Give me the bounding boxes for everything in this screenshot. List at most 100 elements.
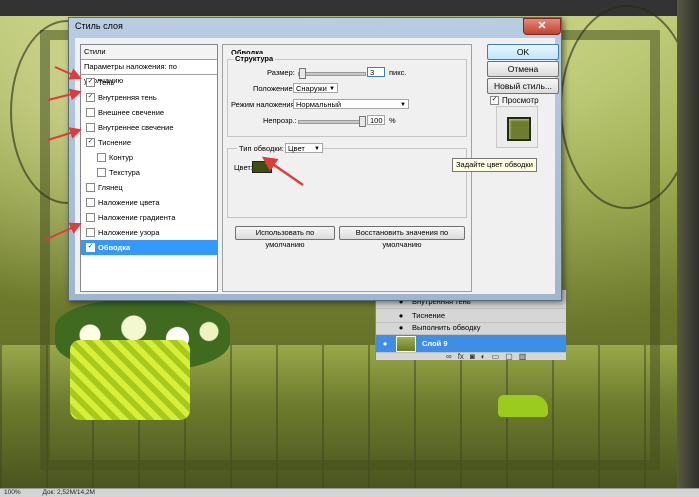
size-slider[interactable] bbox=[298, 72, 366, 76]
checkbox[interactable] bbox=[86, 228, 95, 237]
layers-toolbar: ∞ fx ◙ ◐ ▭ ▢ ▥ bbox=[446, 352, 526, 361]
structure-title: Структура bbox=[233, 54, 276, 63]
style-item-satin[interactable]: Глянец bbox=[81, 180, 217, 195]
style-item-label: Тень bbox=[98, 78, 115, 87]
checkbox[interactable]: ✓ bbox=[86, 93, 95, 102]
color-tooltip: Задайте цвет обводки bbox=[452, 158, 537, 172]
blending-options-item[interactable]: Параметры наложения: по умолчанию bbox=[81, 60, 217, 85]
layer-name: Слой 9 bbox=[422, 339, 448, 348]
link-icon[interactable]: ∞ bbox=[446, 352, 452, 361]
style-item-label: Обводка bbox=[98, 243, 131, 252]
size-slider-thumb[interactable] bbox=[299, 68, 306, 79]
checkbox[interactable]: ✓ bbox=[86, 138, 95, 147]
style-item-label: Глянец bbox=[98, 183, 123, 192]
styles-list: Стили Параметры наложения: по умолчанию … bbox=[80, 44, 218, 292]
size-unit: пикс. bbox=[389, 68, 407, 77]
checkbox[interactable] bbox=[86, 183, 95, 192]
artwork-swirl bbox=[560, 5, 694, 209]
eye-icon[interactable]: ● bbox=[396, 323, 406, 332]
style-item-color-overlay[interactable]: Наложение цвета bbox=[81, 195, 217, 210]
checkbox[interactable] bbox=[97, 153, 106, 162]
style-item-label: Внутреннее свечение bbox=[98, 123, 174, 132]
canvas-right-edge bbox=[677, 0, 699, 488]
style-item-inner-shadow[interactable]: ✓ Внутренняя тень bbox=[81, 90, 217, 105]
opacity-slider-thumb[interactable] bbox=[359, 116, 366, 127]
folder-icon[interactable]: ▭ bbox=[492, 352, 500, 361]
fx-icon[interactable]: fx bbox=[458, 352, 464, 361]
layer-effect-label: Выполнить обводку bbox=[412, 323, 481, 332]
preview-label: Просмотр bbox=[502, 96, 539, 105]
size-input[interactable]: 3 bbox=[367, 67, 385, 77]
style-item-bevel[interactable]: ✓ Тиснение bbox=[81, 135, 217, 150]
use-default-button[interactable]: Использовать по умолчанию bbox=[235, 226, 335, 249]
style-item-stroke[interactable]: ✓ Обводка bbox=[81, 240, 217, 255]
style-item-outer-glow[interactable]: Внешнее свечение bbox=[81, 105, 217, 120]
dialog-title: Стиль слоя bbox=[75, 21, 123, 31]
checkbox[interactable]: ✓ bbox=[490, 96, 499, 105]
style-item-label: Наложение узора bbox=[98, 228, 160, 237]
style-preview bbox=[496, 106, 538, 148]
style-item-contour[interactable]: Контур bbox=[81, 150, 217, 165]
checkbox[interactable]: ✓ bbox=[86, 243, 95, 252]
checkbox[interactable] bbox=[86, 198, 95, 207]
checkbox[interactable] bbox=[97, 168, 106, 177]
artwork-shoe bbox=[498, 395, 548, 417]
position-select[interactable]: Снаружи ▼ bbox=[293, 83, 338, 93]
eye-icon[interactable]: ● bbox=[378, 339, 392, 348]
blend-mode-select[interactable]: Нормальный ▼ bbox=[293, 99, 409, 109]
new-style-button[interactable]: Новый стиль... bbox=[487, 78, 559, 94]
color-label: Цвет: bbox=[234, 163, 253, 172]
preview-toggle[interactable]: ✓ Просмотр bbox=[490, 96, 539, 105]
chevron-down-icon: ▼ bbox=[400, 102, 406, 108]
opacity-label: Непрозр.: bbox=[263, 116, 297, 125]
checkbox[interactable]: ✓ bbox=[86, 78, 95, 87]
fill-type-value: Цвет bbox=[288, 144, 305, 153]
chevron-down-icon: ▼ bbox=[314, 146, 320, 152]
layer-effect-row[interactable]: ● Выполнить обводку bbox=[376, 321, 566, 335]
blend-mode-value: Нормальный bbox=[296, 100, 342, 109]
position-label: Положение: bbox=[253, 84, 295, 93]
style-item-pattern-overlay[interactable]: Наложение узора bbox=[81, 225, 217, 240]
artwork-basket bbox=[70, 340, 190, 420]
new-layer-icon[interactable]: ▢ bbox=[505, 352, 513, 361]
close-button[interactable]: ✕ bbox=[523, 18, 561, 35]
opacity-unit: % bbox=[389, 116, 396, 125]
checkbox[interactable] bbox=[86, 213, 95, 222]
zoom-level[interactable]: 100% bbox=[4, 489, 21, 496]
structure-group bbox=[227, 59, 467, 137]
style-item-label: Наложение цвета bbox=[98, 198, 160, 207]
style-item-label: Контур bbox=[109, 153, 134, 162]
fill-type-label: Тип обводки: bbox=[237, 144, 286, 153]
opacity-input[interactable]: 100 bbox=[367, 115, 385, 125]
chevron-down-icon: ▼ bbox=[329, 86, 335, 92]
checkbox[interactable] bbox=[86, 123, 95, 132]
preview-swatch bbox=[507, 117, 531, 141]
style-item-inner-glow[interactable]: Внутреннее свечение bbox=[81, 120, 217, 135]
trash-icon[interactable]: ▥ bbox=[519, 352, 527, 361]
style-item-gradient-overlay[interactable]: Наложение градиента bbox=[81, 210, 217, 225]
styles-header[interactable]: Стили bbox=[81, 45, 217, 60]
opacity-slider[interactable] bbox=[298, 120, 366, 124]
checkbox[interactable] bbox=[86, 108, 95, 117]
position-value: Снаружи bbox=[296, 84, 327, 93]
layer-row-selected[interactable]: ● Слой 9 bbox=[376, 335, 566, 353]
style-item-label: Внутренняя тень bbox=[98, 93, 157, 102]
adjustment-icon[interactable]: ◐ bbox=[481, 352, 486, 361]
fill-type-select[interactable]: Цвет ▼ bbox=[285, 143, 323, 153]
doc-size: Док: 2,52M/14,2M bbox=[42, 489, 95, 496]
layer-thumbnail bbox=[396, 335, 416, 352]
size-label: Размер: bbox=[267, 68, 295, 77]
restore-default-button[interactable]: Восстановить значения по умолчанию bbox=[339, 226, 465, 249]
style-item-label: Внешнее свечение bbox=[98, 108, 165, 117]
style-item-texture[interactable]: Текстура bbox=[81, 165, 217, 180]
cancel-button[interactable]: Отмена bbox=[487, 61, 559, 77]
mask-icon[interactable]: ◙ bbox=[470, 352, 475, 361]
layer-effect-label: Тиснение bbox=[412, 311, 446, 320]
color-swatch[interactable] bbox=[252, 161, 272, 173]
eye-icon[interactable]: ● bbox=[396, 311, 406, 320]
style-item-label: Тиснение bbox=[98, 138, 132, 147]
fill-type-group bbox=[227, 148, 467, 218]
canvas-top-strip bbox=[0, 0, 699, 16]
ok-button[interactable]: OK bbox=[487, 44, 559, 60]
stroke-settings-panel: Обводка Структура Размер: 3 пикс. Положе… bbox=[222, 44, 472, 292]
